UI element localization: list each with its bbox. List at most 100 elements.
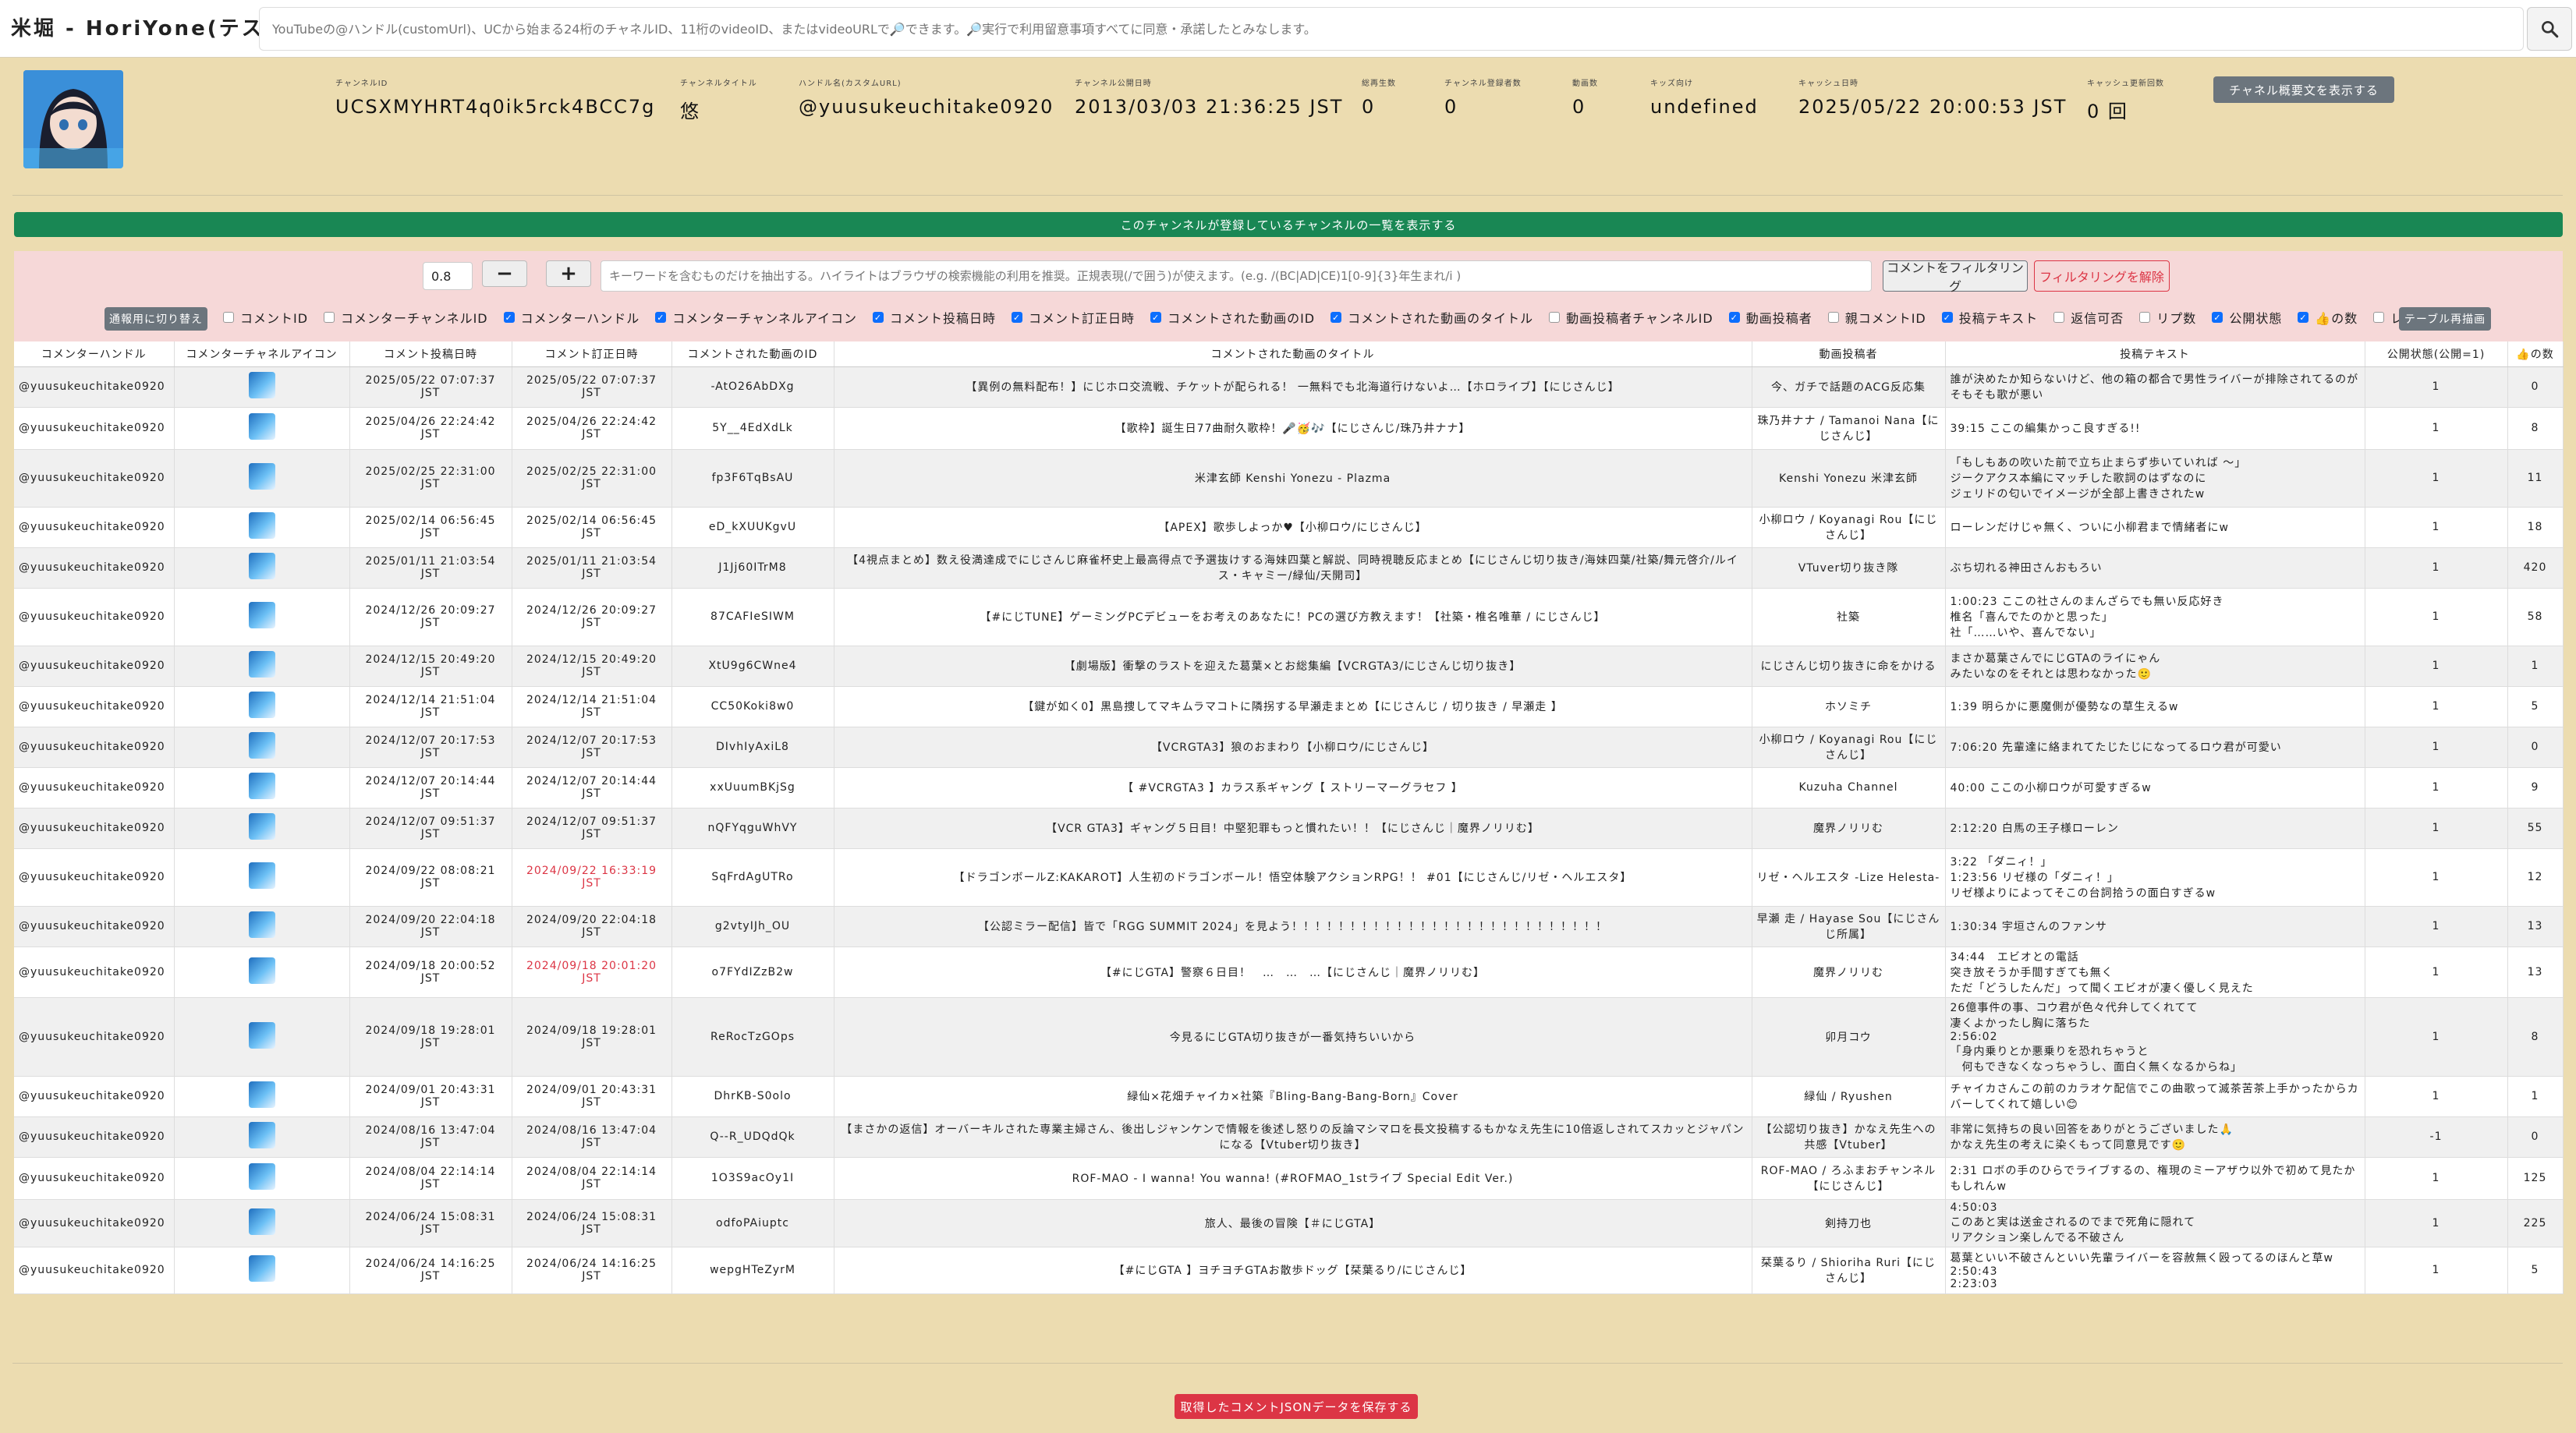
table-row[interactable]: @yuusukeuchitake0920 2025/05/22 07:07:37 … xyxy=(14,366,2564,408)
checkbox-unchecked[interactable] xyxy=(324,312,335,323)
column-toggle-item[interactable]: 親コメントID xyxy=(1827,308,1926,327)
save-json-button[interactable]: 取得したコメントJSONデータを保存する xyxy=(1175,1394,1418,1419)
column-toggle-item[interactable]: ✓ コメントされた動画のタイトル xyxy=(1331,308,1533,327)
table-row[interactable]: @yuusukeuchitake0920 2024/12/07 20:14:44 … xyxy=(14,767,2564,808)
checkbox-unchecked[interactable] xyxy=(2139,312,2151,323)
column-toggle-label: 投稿テキスト xyxy=(1958,311,2039,326)
table-row[interactable]: @yuusukeuchitake0920 2025/02/25 22:31:00 … xyxy=(14,449,2564,508)
checkbox-unchecked[interactable] xyxy=(2053,312,2065,323)
column-toggle-item[interactable]: リプ数 xyxy=(2139,308,2196,327)
column-header[interactable]: 👍の数 xyxy=(2507,341,2564,367)
video-id-cell: 87CAFIeSIWM xyxy=(671,588,834,646)
checkbox-checked[interactable]: ✓ xyxy=(503,312,515,323)
column-toggle-item[interactable]: ✓ コメント訂正日時 xyxy=(1012,308,1135,327)
column-toggles: コメントID コメンターチャンネルID ✓ コメンターハンドル ✓ コメンターチャンネルア… xyxy=(223,306,2485,329)
column-header[interactable]: コメンターハンドル xyxy=(14,341,175,367)
public-status-cell: 1 xyxy=(2365,507,2508,548)
column-header[interactable]: コメント投稿日時 xyxy=(349,341,512,367)
commenter-icon-cell xyxy=(174,767,350,808)
column-toggle-item[interactable]: ✓ コメント投稿日時 xyxy=(873,308,996,327)
table-row[interactable]: @yuusukeuchitake0920 2024/12/26 20:09:27 … xyxy=(14,588,2564,646)
checkbox-unchecked[interactable] xyxy=(1549,312,1561,323)
commenter-handle-cell: @yuusukeuchitake0920 xyxy=(14,906,175,947)
checkbox-unchecked[interactable] xyxy=(2373,312,2385,323)
column-toggle-item[interactable]: ✓ 👍の数 xyxy=(2298,308,2358,327)
table-row[interactable]: @yuusukeuchitake0920 2025/01/11 21:03:54 … xyxy=(14,547,2564,589)
table-row[interactable]: @yuusukeuchitake0920 2024/09/18 19:28:01 … xyxy=(14,997,2564,1077)
channel-avatar xyxy=(23,70,123,168)
table-row[interactable]: @yuusukeuchitake0920 2024/06/24 15:08:31 … xyxy=(14,1199,2564,1247)
public-status-cell: 1 xyxy=(2365,727,2508,768)
column-toggle-label: 動画投稿者チャンネルID xyxy=(1566,311,1713,326)
checkbox-unchecked[interactable] xyxy=(223,312,234,323)
column-header[interactable]: コメント訂正日時 xyxy=(512,341,672,367)
checkbox-checked[interactable]: ✓ xyxy=(1012,312,1023,323)
commenter-icon-cell xyxy=(174,906,350,947)
redraw-table-button[interactable]: テーブル再描画 xyxy=(2399,307,2491,331)
column-toggle-item[interactable]: ✓ 公開状態 xyxy=(2212,308,2282,327)
table-row[interactable]: @yuusukeuchitake0920 2025/02/14 06:56:45 … xyxy=(14,507,2564,548)
column-header[interactable]: コメンターチャネルアイコン xyxy=(174,341,350,367)
column-toggle-item[interactable]: コメンターチャンネルID xyxy=(324,308,488,327)
threshold-input[interactable] xyxy=(423,262,473,290)
checkbox-checked[interactable]: ✓ xyxy=(873,312,884,323)
table-row[interactable]: @yuusukeuchitake0920 2024/09/20 22:04:18 … xyxy=(14,906,2564,947)
commenter-avatar xyxy=(248,1208,275,1235)
table-row[interactable]: @yuusukeuchitake0920 2024/12/07 09:51:37 … xyxy=(14,808,2564,849)
commenter-handle-cell: @yuusukeuchitake0920 xyxy=(14,507,175,548)
checkbox-checked[interactable]: ✓ xyxy=(1150,312,1162,323)
table-row[interactable]: @yuusukeuchitake0920 2025/04/26 22:24:42 … xyxy=(14,407,2564,450)
column-header[interactable]: 動画投稿者 xyxy=(1752,341,1946,367)
checkbox-unchecked[interactable] xyxy=(1827,312,1839,323)
filter-comments-button[interactable]: コメントをフィルタリング xyxy=(1883,260,2028,294)
clear-filter-button[interactable]: フィルタリングを解除 xyxy=(2034,260,2170,292)
table-row[interactable]: @yuusukeuchitake0920 2024/09/18 20:00:52 … xyxy=(14,946,2564,998)
column-toggle-item[interactable]: 動画投稿者チャンネルID xyxy=(1549,308,1713,327)
video-title-cell: ROF-MAO - I wanna! You wanna! (#ROFMAO_1… xyxy=(834,1157,1752,1200)
commenter-avatar xyxy=(248,463,275,490)
table-row[interactable]: @yuusukeuchitake0920 2024/08/04 22:14:14 … xyxy=(14,1157,2564,1200)
column-header[interactable]: 公開状態(公開=1) xyxy=(2365,341,2508,367)
commenter-handle-cell: @yuusukeuchitake0920 xyxy=(14,588,175,646)
column-header[interactable]: コメントされた動画のタイトル xyxy=(834,341,1752,367)
checkbox-checked[interactable]: ✓ xyxy=(655,312,667,323)
search-input[interactable] xyxy=(259,7,2524,51)
edited-date-cell: 2024/09/01 20:43:31 JST xyxy=(512,1076,672,1117)
column-toggle-item[interactable]: 返信可否 xyxy=(2053,308,2124,327)
column-header[interactable]: コメントされた動画のID xyxy=(671,341,834,367)
decrement-button[interactable]: − xyxy=(482,260,527,287)
video-id-cell: eD_kXUUKgvU xyxy=(671,507,834,548)
column-toggle-item[interactable]: ✓ 投稿テキスト xyxy=(1941,308,2039,327)
edited-date-cell: 2024/12/07 20:14:44 JST xyxy=(512,767,672,808)
checkbox-checked[interactable]: ✓ xyxy=(1331,312,1342,323)
likes-cell: 1 xyxy=(2507,1076,2564,1117)
column-toggle-item[interactable]: ✓ コメンターチャンネルアイコン xyxy=(655,308,857,327)
column-toggle-item[interactable]: ✓ コメントされた動画のID xyxy=(1150,308,1315,327)
column-toggle-item[interactable]: コメントID xyxy=(223,308,308,327)
checkbox-checked[interactable]: ✓ xyxy=(1728,312,1740,323)
commenter-icon-cell xyxy=(174,727,350,768)
table-row[interactable]: @yuusukeuchitake0920 2024/09/22 08:08:21 … xyxy=(14,848,2564,907)
table-row[interactable]: @yuusukeuchitake0920 2024/06/24 14:16:25 … xyxy=(14,1247,2564,1294)
table-row[interactable]: @yuusukeuchitake0920 2024/09/01 20:43:31 … xyxy=(14,1076,2564,1117)
show-description-button[interactable]: チャネル概要文を表示する xyxy=(2213,76,2394,103)
table-row[interactable]: @yuusukeuchitake0920 2024/12/07 20:17:53 … xyxy=(14,727,2564,768)
search-button[interactable] xyxy=(2527,7,2572,51)
column-header[interactable]: 投稿テキスト xyxy=(1945,341,2365,367)
table-row[interactable]: @yuusukeuchitake0920 2024/08/16 13:47:04 … xyxy=(14,1116,2564,1158)
video-title-cell: 【歌枠】誕生日77曲耐久歌枠！🎤🥳🎶【にじさんじ/珠乃井ナナ】 xyxy=(834,407,1752,450)
checkbox-checked[interactable]: ✓ xyxy=(2212,312,2223,323)
checkbox-checked[interactable]: ✓ xyxy=(2298,312,2309,323)
commenter-handle-cell: @yuusukeuchitake0920 xyxy=(14,808,175,849)
subscriptions-toggle-bar[interactable]: このチャンネルが登録しているチャンネルの一覧を表示する xyxy=(14,212,2563,237)
column-toggle-item[interactable]: ✓ 動画投稿者 xyxy=(1728,308,1812,327)
video-id-cell: XtU9g6CWne4 xyxy=(671,646,834,687)
keyword-filter-input[interactable] xyxy=(601,260,1872,292)
checkbox-checked[interactable]: ✓ xyxy=(1941,312,1953,323)
table-row[interactable]: @yuusukeuchitake0920 2024/12/15 20:49:20 … xyxy=(14,646,2564,687)
report-mode-toggle-button[interactable]: 通報用に切り替え xyxy=(105,307,207,331)
increment-button[interactable]: + xyxy=(546,260,591,287)
table-row[interactable]: @yuusukeuchitake0920 2024/12/14 21:51:04 … xyxy=(14,686,2564,727)
column-toggle-item[interactable]: ✓ コメンターハンドル xyxy=(503,308,640,327)
commenter-handle-cell: @yuusukeuchitake0920 xyxy=(14,646,175,687)
